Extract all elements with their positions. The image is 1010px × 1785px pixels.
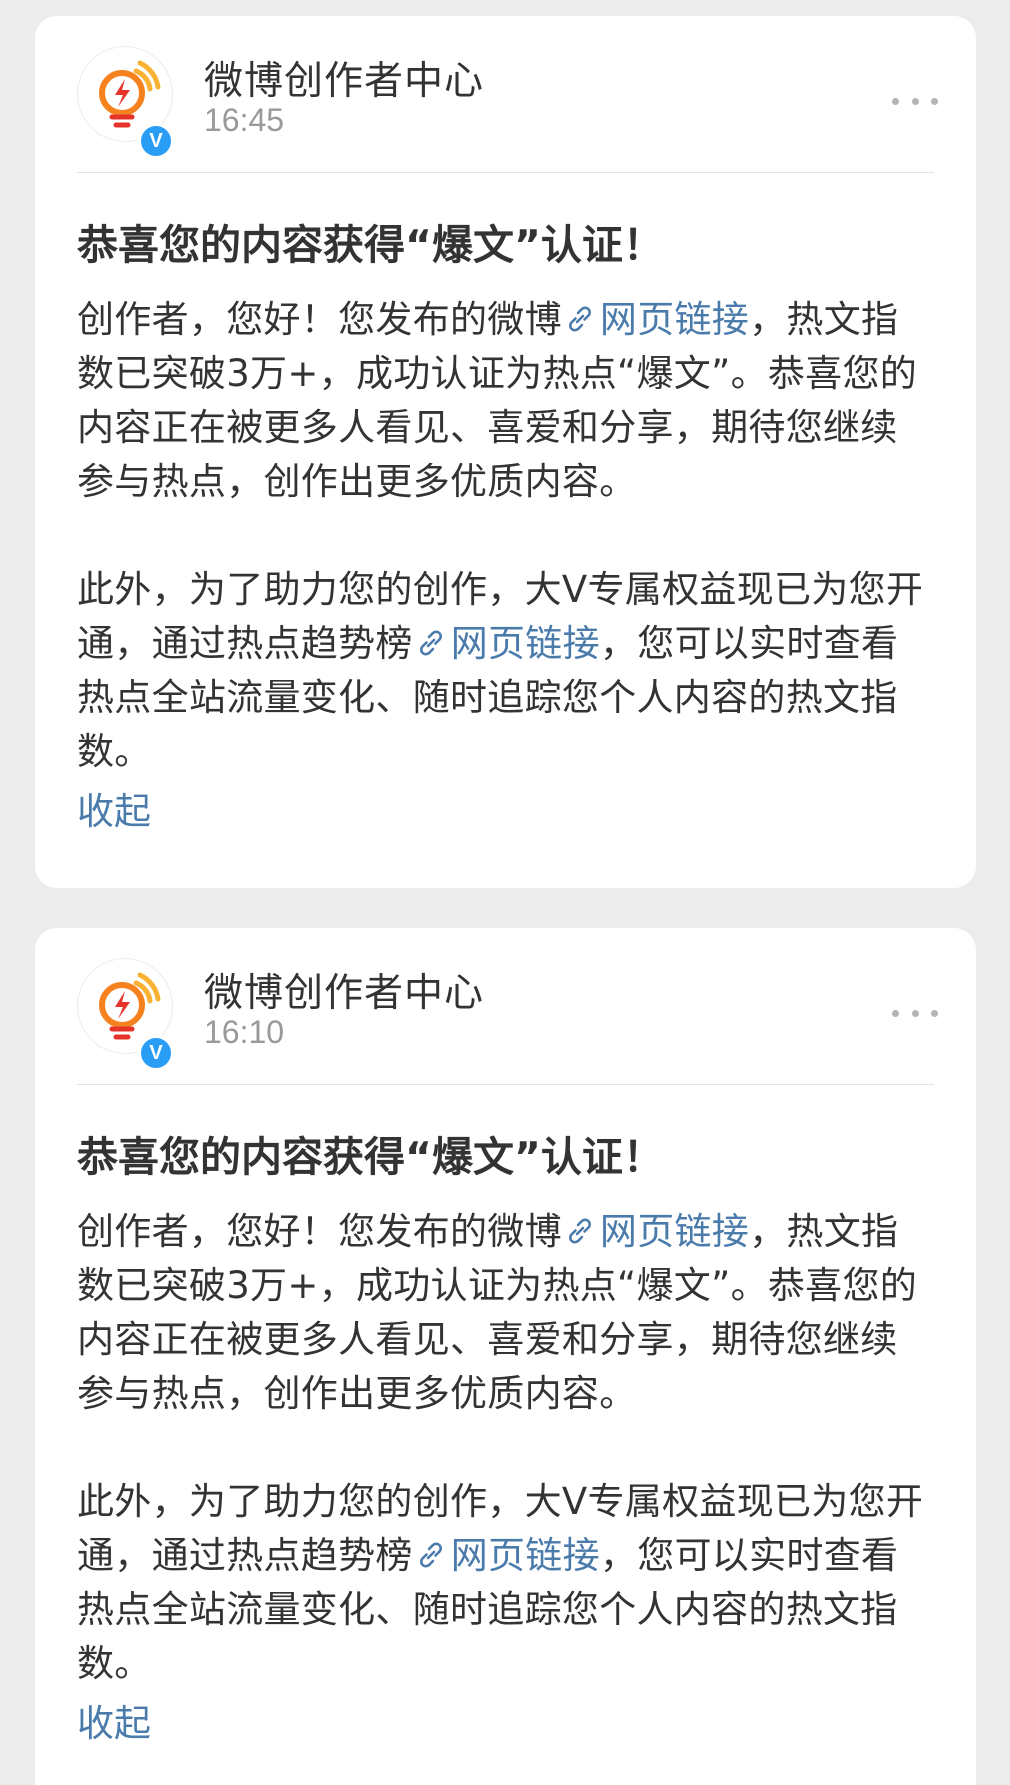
card-header: V 微博创作者中心 16:10	[77, 928, 938, 1084]
collapse-button[interactable]: 收起	[77, 785, 151, 839]
web-link[interactable]: 网页链接	[413, 1534, 600, 1577]
link-chain-icon	[568, 306, 591, 332]
web-link-label[interactable]: 网页链接	[600, 298, 749, 341]
more-dots-icon[interactable]	[892, 1006, 938, 1020]
web-link[interactable]: 网页链接	[413, 622, 600, 665]
account-name[interactable]: 微博创作者中心	[204, 962, 484, 1018]
link-chain-icon	[419, 630, 442, 656]
divider	[77, 1084, 934, 1085]
message-title: 恭喜您的内容获得“爆文”认证！	[77, 221, 664, 269]
avatar[interactable]: V	[77, 958, 174, 1071]
web-link-label[interactable]: 网页链接	[451, 622, 600, 665]
web-link[interactable]: 网页链接	[562, 1210, 749, 1253]
collapse-button[interactable]: 收起	[77, 1697, 151, 1751]
message-paragraph-2: 此外，为了助力您的创作，大V专属权益现已为您开通，通过热点趋势榜 网页链接，您可以…	[77, 1475, 934, 1691]
message-feed: V 微博创作者中心 16:45 恭喜您的内容获得“爆文”认证！ 创作者，您好！您…	[0, 0, 1010, 1785]
more-dots-icon[interactable]	[892, 94, 938, 108]
account-name[interactable]: 微博创作者中心	[204, 50, 484, 106]
link-chain-icon	[419, 1542, 442, 1568]
verified-v-icon: V	[138, 123, 174, 159]
web-link[interactable]: 网页链接	[562, 298, 749, 341]
avatar[interactable]: V	[77, 46, 174, 159]
verified-v-icon: V	[138, 1035, 174, 1071]
paragraph-text: 创作者，您好！您发布的微博	[77, 1210, 562, 1253]
message-paragraph-1: 创作者，您好！您发布的微博 网页链接，热文指数已突破3万+，成功认证为热点“爆文”…	[77, 1205, 934, 1421]
divider	[77, 172, 934, 173]
web-link-label[interactable]: 网页链接	[451, 1534, 600, 1577]
message-card: V 微博创作者中心 16:45 恭喜您的内容获得“爆文”认证！ 创作者，您好！您…	[35, 16, 976, 888]
link-chain-icon	[568, 1218, 591, 1244]
message-paragraph-1: 创作者，您好！您发布的微博 网页链接，热文指数已突破3万+，成功认证为热点“爆文”…	[77, 293, 934, 509]
web-link-label[interactable]: 网页链接	[600, 1210, 749, 1253]
message-title: 恭喜您的内容获得“爆文”认证！	[77, 1133, 664, 1181]
post-time: 16:45	[204, 102, 285, 138]
post-time: 16:10	[204, 1014, 285, 1050]
message-paragraph-2: 此外，为了助力您的创作，大V专属权益现已为您开通，通过热点趋势榜 网页链接，您可以…	[77, 563, 934, 779]
message-card: V 微博创作者中心 16:10 恭喜您的内容获得“爆文”认证！ 创作者，您好！您…	[35, 928, 976, 1785]
paragraph-text: 创作者，您好！您发布的微博	[77, 298, 562, 341]
card-header: V 微博创作者中心 16:45	[77, 16, 938, 172]
